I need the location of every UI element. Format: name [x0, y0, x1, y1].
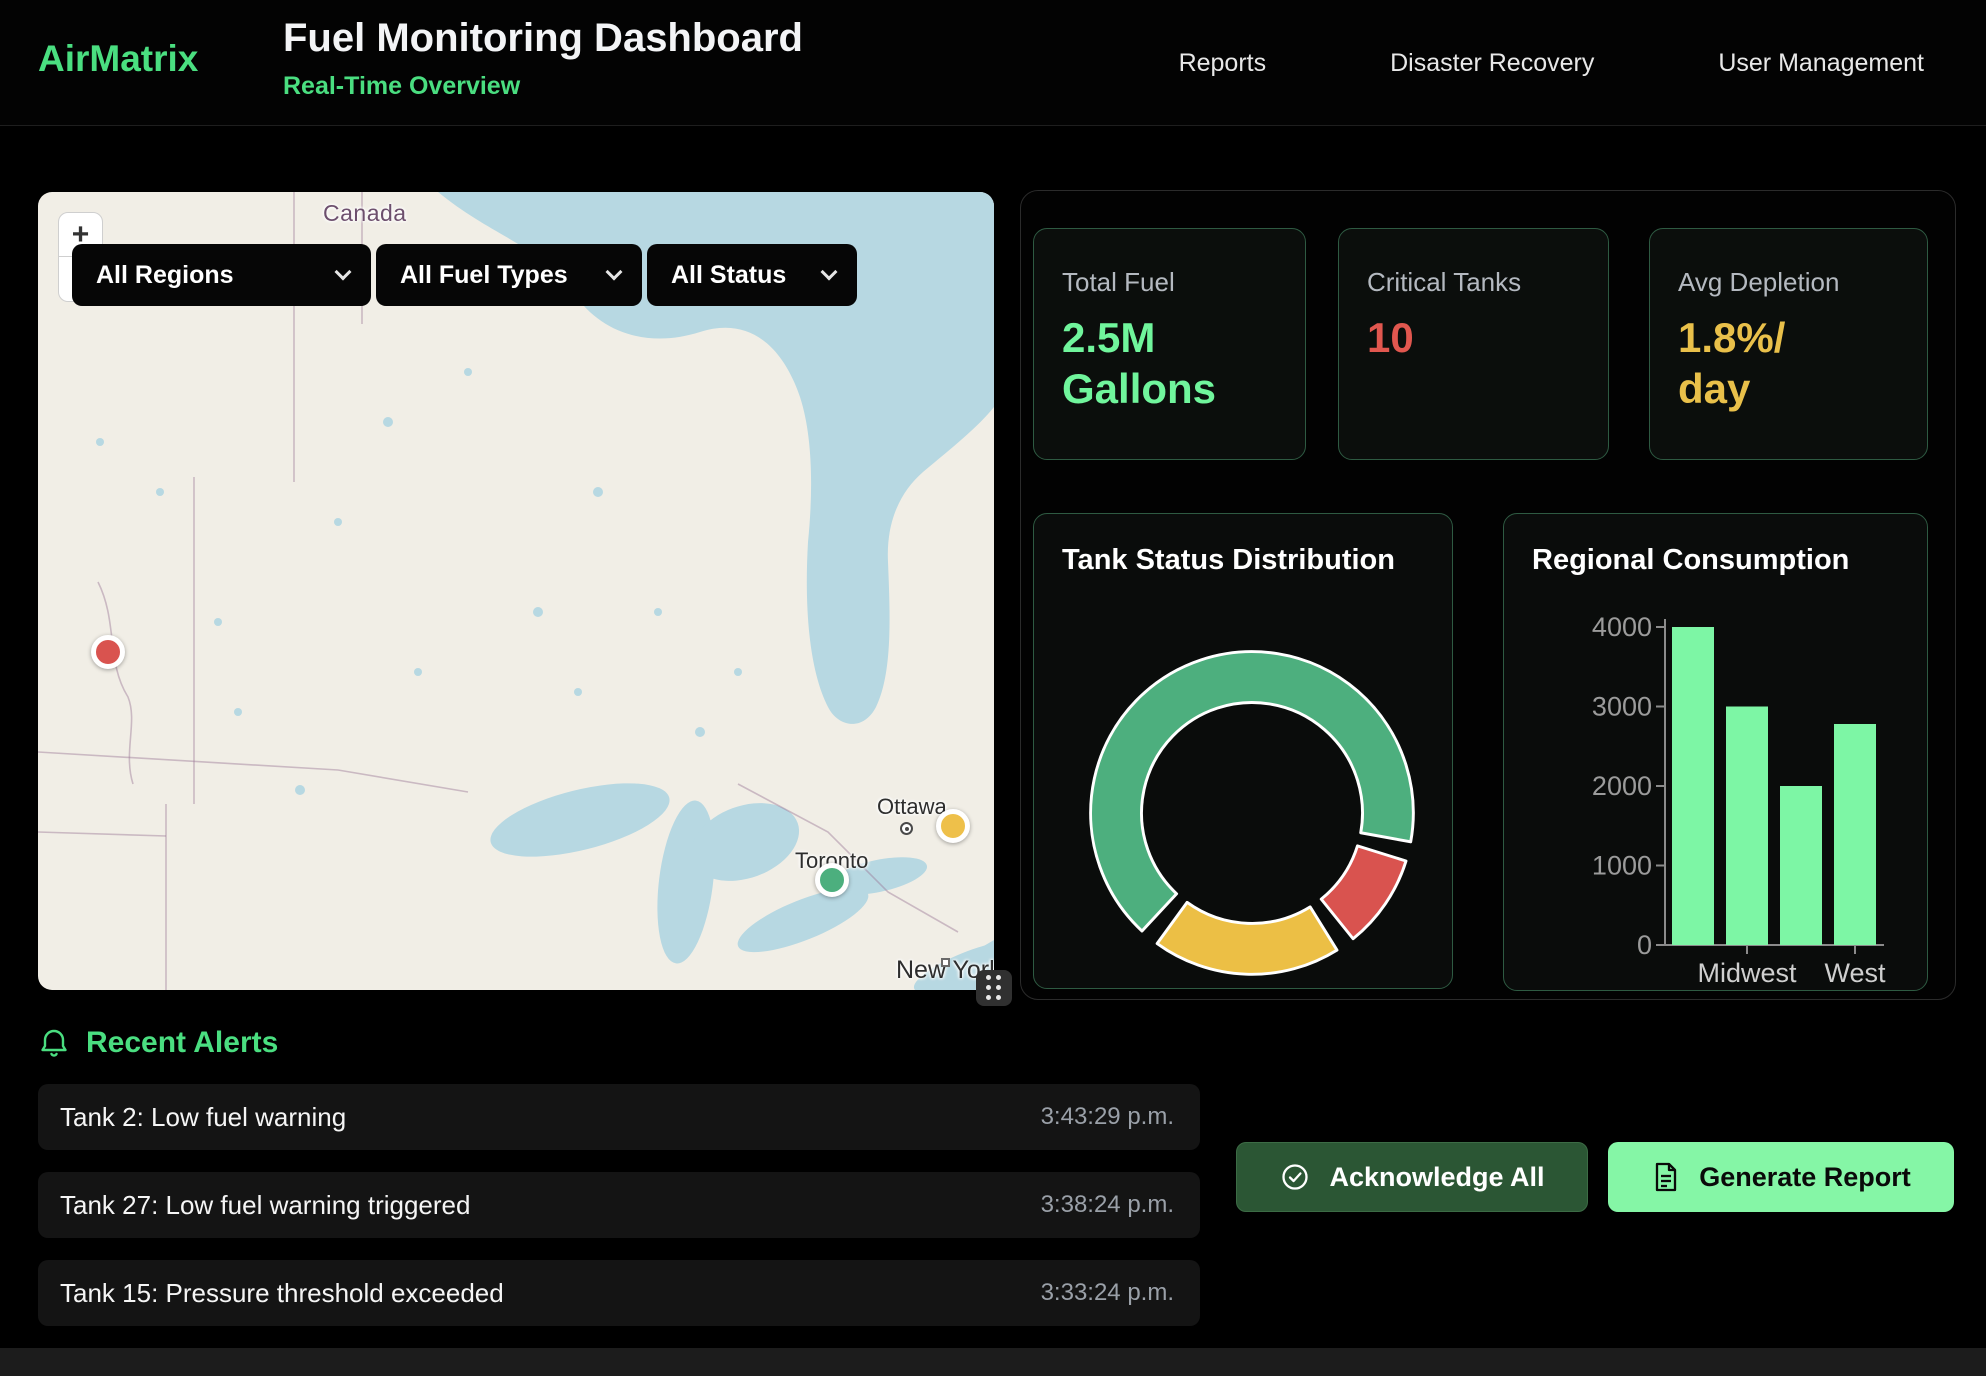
- fuel-type-filter-dropdown[interactable]: All Fuel Types: [376, 244, 642, 306]
- generate-report-button[interactable]: Generate Report: [1608, 1142, 1954, 1212]
- stat-label: Total Fuel: [1062, 267, 1279, 298]
- check-circle-icon: [1279, 1161, 1311, 1193]
- stat-value: 10: [1367, 312, 1582, 363]
- alert-message: Tank 2: Low fuel warning: [60, 1102, 346, 1133]
- alert-timestamp: 3:38:24 p.m.: [1041, 1191, 1174, 1219]
- nav-disaster-recovery[interactable]: Disaster Recovery: [1390, 49, 1594, 78]
- stat-label: Avg Depletion: [1678, 267, 1901, 298]
- tank-status-donut-chart: [1072, 637, 1432, 989]
- bell-icon: [38, 1027, 70, 1059]
- svg-text:0: 0: [1637, 930, 1652, 960]
- nav-reports[interactable]: Reports: [1179, 49, 1267, 78]
- fuel-map[interactable]: Canada Ottawa Toronto New York + − All R…: [38, 192, 994, 990]
- fuel-type-filter-value: All Fuel Types: [400, 261, 568, 290]
- status-filter-dropdown[interactable]: All Status: [647, 244, 857, 306]
- stat-card-avg-depletion: Avg Depletion 1.8%/day: [1649, 228, 1928, 460]
- brand-logo: AirMatrix: [38, 38, 198, 80]
- new-york-city-marker-icon: [941, 958, 950, 967]
- map-label-ottawa: Ottawa: [877, 794, 947, 820]
- tank-status-card: Tank Status Distribution: [1033, 513, 1453, 989]
- tank-marker-critical[interactable]: [91, 635, 125, 669]
- acknowledge-all-button[interactable]: Acknowledge All: [1236, 1142, 1588, 1212]
- alert-row: Tank 27: Low fuel warning triggered 3:38…: [38, 1172, 1200, 1238]
- alert-row: Tank 15: Pressure threshold exceeded 3:3…: [38, 1260, 1200, 1326]
- chevron-down-icon: [606, 264, 623, 281]
- overview-panel: Total Fuel 2.5MGallons Critical Tanks 10…: [1020, 190, 1956, 1000]
- svg-text:1000: 1000: [1592, 851, 1652, 881]
- page-subtitle: Real-Time Overview: [283, 72, 520, 101]
- svg-text:West: West: [1824, 958, 1886, 988]
- generate-report-label: Generate Report: [1699, 1162, 1911, 1193]
- regional-consumption-bar-chart: 0 1000 2000 3000 4000 Midwest West: [1504, 514, 1928, 991]
- status-filter-value: All Status: [671, 261, 786, 290]
- header: AirMatrix Fuel Monitoring Dashboard Real…: [0, 0, 1986, 126]
- svg-text:Midwest: Midwest: [1697, 958, 1797, 988]
- regional-consumption-card: Regional Consumption 01000200030004000Mi…: [1503, 513, 1928, 991]
- region-filter-dropdown[interactable]: All Regions: [72, 244, 371, 306]
- region-filter-value: All Regions: [96, 261, 234, 290]
- chevron-down-icon: [821, 264, 838, 281]
- svg-text:3000: 3000: [1592, 692, 1652, 722]
- tank-marker-normal[interactable]: [815, 863, 849, 897]
- top-nav: Reports Disaster Recovery User Managemen…: [1179, 0, 1924, 126]
- stat-value: 1.8%/day: [1678, 312, 1901, 414]
- recent-alerts-heading: Recent Alerts: [38, 1026, 278, 1060]
- stat-card-critical-tanks: Critical Tanks 10: [1338, 228, 1609, 460]
- ottawa-city-dot-icon: [900, 822, 913, 835]
- map-resize-handle[interactable]: [976, 970, 1012, 1006]
- stat-label: Critical Tanks: [1367, 267, 1582, 298]
- acknowledge-all-label: Acknowledge All: [1329, 1162, 1544, 1193]
- donut-chart-title: Tank Status Distribution: [1062, 544, 1395, 577]
- page-title: Fuel Monitoring Dashboard: [283, 16, 803, 61]
- alert-message: Tank 27: Low fuel warning triggered: [60, 1190, 470, 1221]
- nav-user-management[interactable]: User Management: [1718, 49, 1924, 78]
- tank-marker-warning[interactable]: [936, 809, 970, 843]
- alert-timestamp: 3:33:24 p.m.: [1041, 1279, 1174, 1307]
- stat-value: 2.5MGallons: [1062, 312, 1279, 414]
- alert-timestamp: 3:43:29 p.m.: [1041, 1103, 1174, 1131]
- map-label-canada: Canada: [323, 200, 407, 227]
- footer-bar: [0, 1348, 1986, 1376]
- map-filter-bar: All Regions All Fuel Types All Status: [72, 244, 857, 306]
- alert-row: Tank 2: Low fuel warning 3:43:29 p.m.: [38, 1084, 1200, 1150]
- recent-alerts-title: Recent Alerts: [86, 1026, 278, 1060]
- svg-text:2000: 2000: [1592, 771, 1652, 801]
- stat-card-total-fuel: Total Fuel 2.5MGallons: [1033, 228, 1306, 460]
- alert-message: Tank 15: Pressure threshold exceeded: [60, 1278, 504, 1309]
- document-icon: [1651, 1161, 1681, 1193]
- svg-text:4000: 4000: [1592, 612, 1652, 642]
- chevron-down-icon: [335, 264, 352, 281]
